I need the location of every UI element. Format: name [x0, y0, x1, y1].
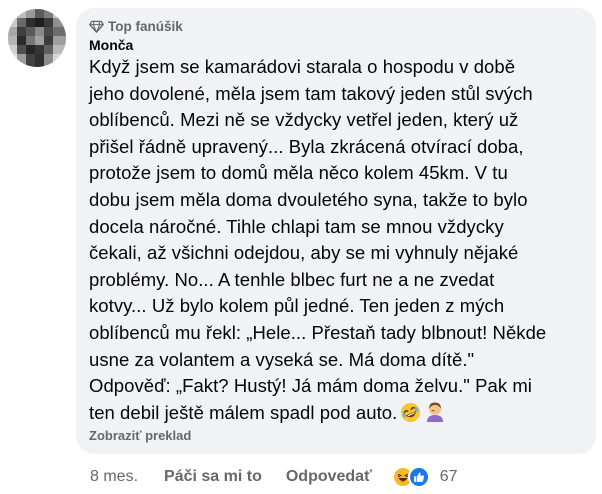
woman-facepalming-emoji — [424, 401, 446, 428]
top-fan-badge[interactable]: Top fanúšik — [89, 17, 584, 35]
rolling-on-floor-laughing-emoji — [400, 402, 421, 428]
author-name[interactable]: Monča — [89, 36, 584, 54]
like-reaction-icon — [407, 466, 430, 488]
timestamp[interactable]: 8 mes. — [90, 468, 138, 486]
like-button[interactable]: Páči sa mi to — [164, 468, 262, 486]
comment-body: Když jsem se kamarádovi starala o hospod… — [89, 54, 584, 428]
reaction-count: 67 — [439, 468, 458, 485]
reply-button[interactable]: Odpovedať — [286, 468, 372, 486]
avatar-image — [8, 9, 66, 67]
comment-bubble: Top fanúšik Monča Když jsem se kamarádov… — [76, 8, 596, 454]
diamond-icon — [89, 19, 104, 34]
reactions-summary[interactable]: 67 — [391, 466, 458, 488]
badge-label: Top fanúšik — [108, 18, 183, 34]
show-translation-link[interactable]: Zobraziť preklad — [89, 428, 191, 443]
comment-container: Top fanúšik Monča Když jsem se kamarádov… — [0, 0, 602, 494]
comment-actions: 8 mes. Páči sa mi to Odpovedať 67 — [90, 466, 458, 488]
comment-text: Když jsem se kamarádovi starala o hospod… — [89, 56, 547, 423]
avatar[interactable] — [8, 9, 66, 67]
